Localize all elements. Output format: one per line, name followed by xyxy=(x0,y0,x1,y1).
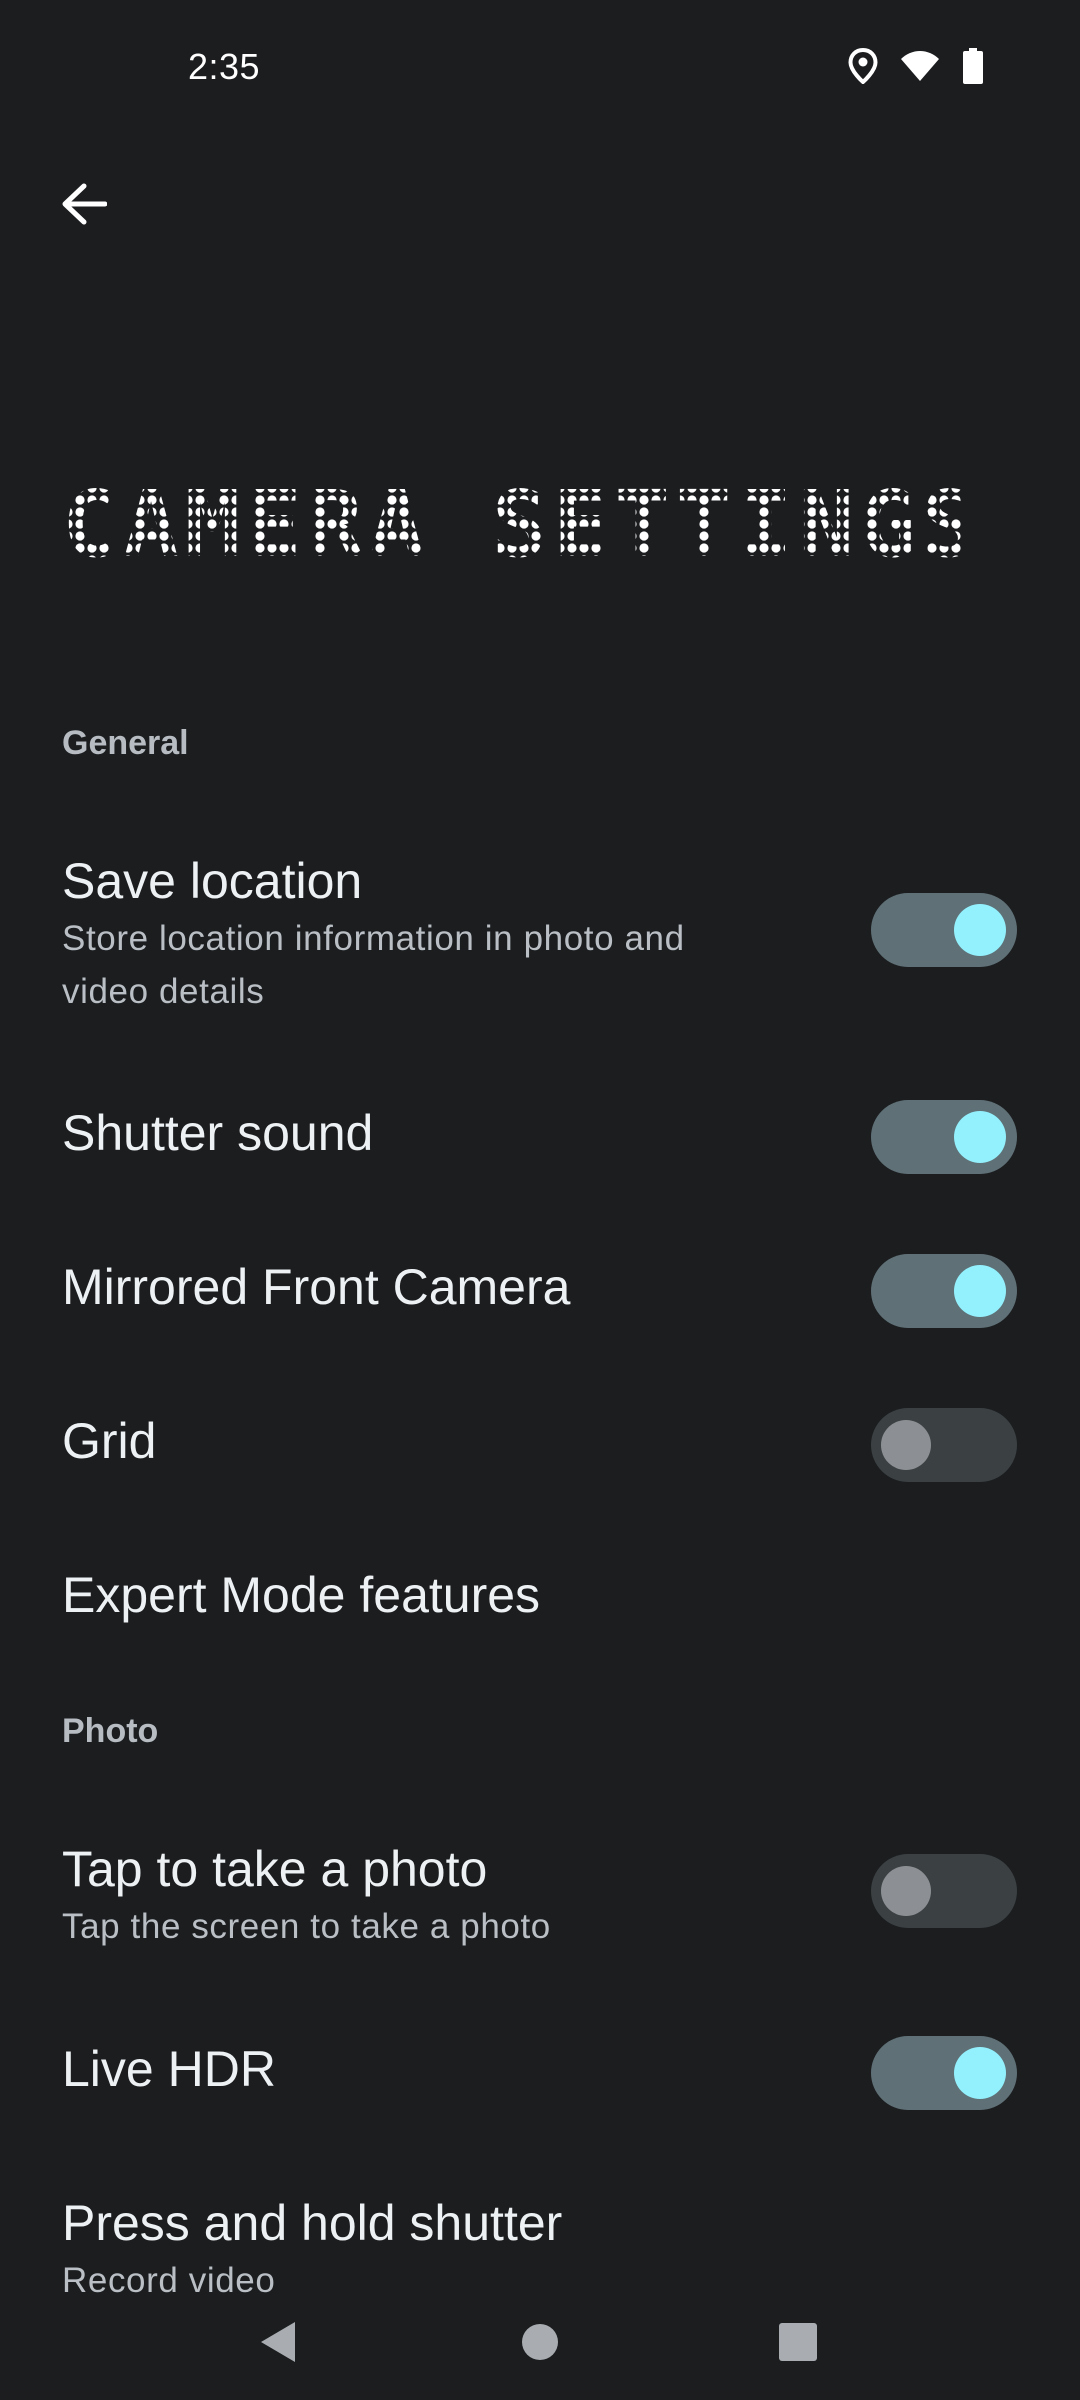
status-bar: 2:35 xyxy=(0,0,1080,136)
setting-title: Mirrored Front Camera xyxy=(62,1259,571,1315)
setting-title: Press and hold shutter xyxy=(62,2195,563,2251)
toggle-knob xyxy=(954,1265,1006,1317)
toggle-knob xyxy=(954,2047,1006,2099)
setting-summary-line: video details xyxy=(62,972,265,1011)
setting-tap-to-take-photo[interactable]: Tap to take a photo Tap the screen to ta… xyxy=(0,1834,1080,1974)
page-title-text: CAMERA SETTINGS xyxy=(62,471,962,578)
status-time: 2:35 xyxy=(188,46,261,87)
toggle-knob xyxy=(954,1111,1006,1163)
setting-mirrored-front-camera[interactable]: Mirrored Front Camera xyxy=(0,1252,1080,1372)
setting-live-hdr[interactable]: Live HDR xyxy=(0,2034,1080,2154)
shutter-sound-toggle[interactable] xyxy=(871,1100,1017,1174)
arrow-left-icon xyxy=(61,183,108,230)
section-header-photo: Photo xyxy=(62,1712,159,1750)
toggle-knob xyxy=(881,1420,931,1470)
setting-title: Tap to take a photo xyxy=(62,1841,488,1897)
setting-title: Expert Mode features xyxy=(62,1567,541,1623)
setting-title: Live HDR xyxy=(62,2041,276,2097)
mirrored-front-camera-toggle[interactable] xyxy=(871,1254,1017,1328)
setting-save-location[interactable]: Save location Store location information… xyxy=(0,840,1080,1020)
setting-title: Save location xyxy=(62,853,363,909)
setting-shutter-sound[interactable]: Shutter sound xyxy=(0,1098,1080,1218)
setting-press-and-hold-shutter[interactable]: Press and hold shutter Record video xyxy=(0,2188,1080,2300)
section-header-general: General xyxy=(62,724,189,762)
setting-title: Grid xyxy=(62,1413,157,1469)
setting-title: Shutter sound xyxy=(62,1105,374,1161)
tap-to-take-photo-toggle[interactable] xyxy=(871,1854,1017,1928)
toggle-knob xyxy=(954,904,1006,956)
setting-expert-mode-features[interactable]: Expert Mode features xyxy=(0,1560,1080,1680)
nav-home-button[interactable] xyxy=(508,2312,572,2376)
setting-summary-line: Store location information in photo and xyxy=(62,919,685,958)
location-icon xyxy=(848,48,878,84)
page-title: CAMERA SETTINGS xyxy=(62,471,962,578)
save-location-toggle[interactable] xyxy=(871,893,1017,967)
home-circle-icon xyxy=(520,2322,560,2367)
status-icons xyxy=(848,48,984,84)
wifi-icon xyxy=(900,50,940,82)
battery-icon xyxy=(962,48,984,84)
back-triangle-icon xyxy=(258,2320,298,2369)
setting-grid[interactable]: Grid xyxy=(0,1406,1080,1526)
nav-recents-button[interactable] xyxy=(766,2312,830,2376)
grid-toggle[interactable] xyxy=(871,1408,1017,1482)
live-hdr-toggle[interactable] xyxy=(871,2036,1017,2110)
back-button[interactable] xyxy=(50,172,118,240)
nav-back-button[interactable] xyxy=(246,2312,310,2376)
toggle-knob xyxy=(881,1866,931,1916)
setting-summary: Store location information in photo and … xyxy=(62,912,762,1018)
navigation-bar xyxy=(0,2290,1080,2400)
setting-summary: Tap the screen to take a photo xyxy=(62,1907,551,1946)
recents-square-icon xyxy=(778,2322,818,2367)
